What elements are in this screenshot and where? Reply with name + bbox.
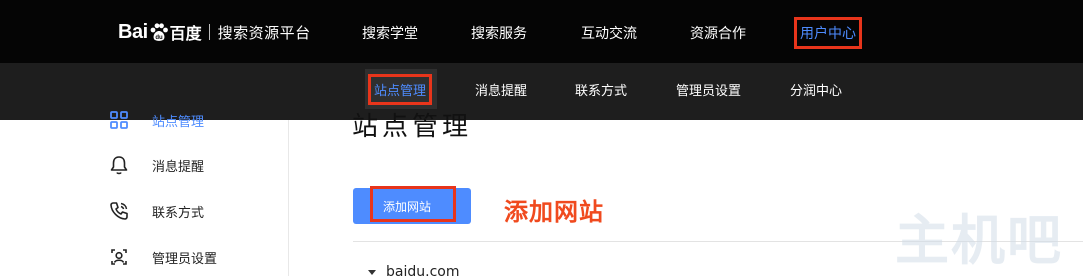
svg-text:du: du [155,35,163,41]
bell-icon [110,156,128,175]
logo-separator [208,24,210,40]
sub-nav-item-messages[interactable]: 消息提醒 [475,80,527,99]
sub-nav-item-contact[interactable]: 联系方式 [575,80,627,99]
page-title: 站点管理 [352,112,473,142]
sidebar-item-label: 联系方式 [152,205,205,221]
grid-icon [110,111,128,129]
logo-text-cn: 百度 [169,24,202,43]
sidebar-item-admin-settings[interactable]: 管理员设置 [108,245,217,269]
admin-user-icon [111,249,127,265]
logo-text-en: Bai [118,20,148,43]
top-nav-item-search-school[interactable]: 搜索学堂 [362,23,418,43]
watermark: 主机吧 [895,208,1063,272]
sidebar-item-label: 站点管理 [152,114,205,130]
highlight-box [370,186,456,222]
top-nav-item-user-center[interactable]: 用户中心 [794,17,862,49]
platform-name: 搜索资源平台 [217,23,311,42]
caret-down-icon[interactable] [368,269,376,275]
site-list-item[interactable]: baidu.com [368,264,459,276]
sidebar-item-label: 管理员设置 [152,251,218,267]
sidebar-item-contact[interactable]: 联系方式 [108,199,204,223]
page: Bai du 百度 搜索资源平台 搜索学堂 搜索服务 互动交流 资源合作 用户中… [0,0,1083,276]
top-nav-item-resource-cooperation[interactable]: 资源合作 [690,23,746,43]
sidebar-item-label: 消息提醒 [152,159,205,175]
baidu-logo[interactable]: Bai du 百度 搜索资源平台 [118,19,311,45]
paw-icon: du [150,23,168,41]
sub-nav-item-site-management[interactable]: 站点管理 [367,74,433,105]
top-nav-item-interaction[interactable]: 互动交流 [581,23,637,43]
site-name: baidu.com [386,264,460,276]
sidebar-item-site-management[interactable]: 站点管理 [108,108,204,132]
annotation-label: 添加网站 [504,198,604,226]
sub-nav-item-admin-settings[interactable]: 管理员设置 [676,80,741,99]
phone-icon [110,202,128,220]
sidebar: 站点管理 消息提醒 联系方式 管理员设置 [0,111,289,276]
top-nav-item-search-services[interactable]: 搜索服务 [471,23,527,43]
top-nav-bar: Bai du 百度 搜索资源平台 搜索学堂 搜索服务 互动交流 资源合作 用户中… [0,0,1083,63]
sidebar-item-messages[interactable]: 消息提醒 [108,153,204,177]
sub-nav-item-revenue-center[interactable]: 分润中心 [790,80,842,99]
